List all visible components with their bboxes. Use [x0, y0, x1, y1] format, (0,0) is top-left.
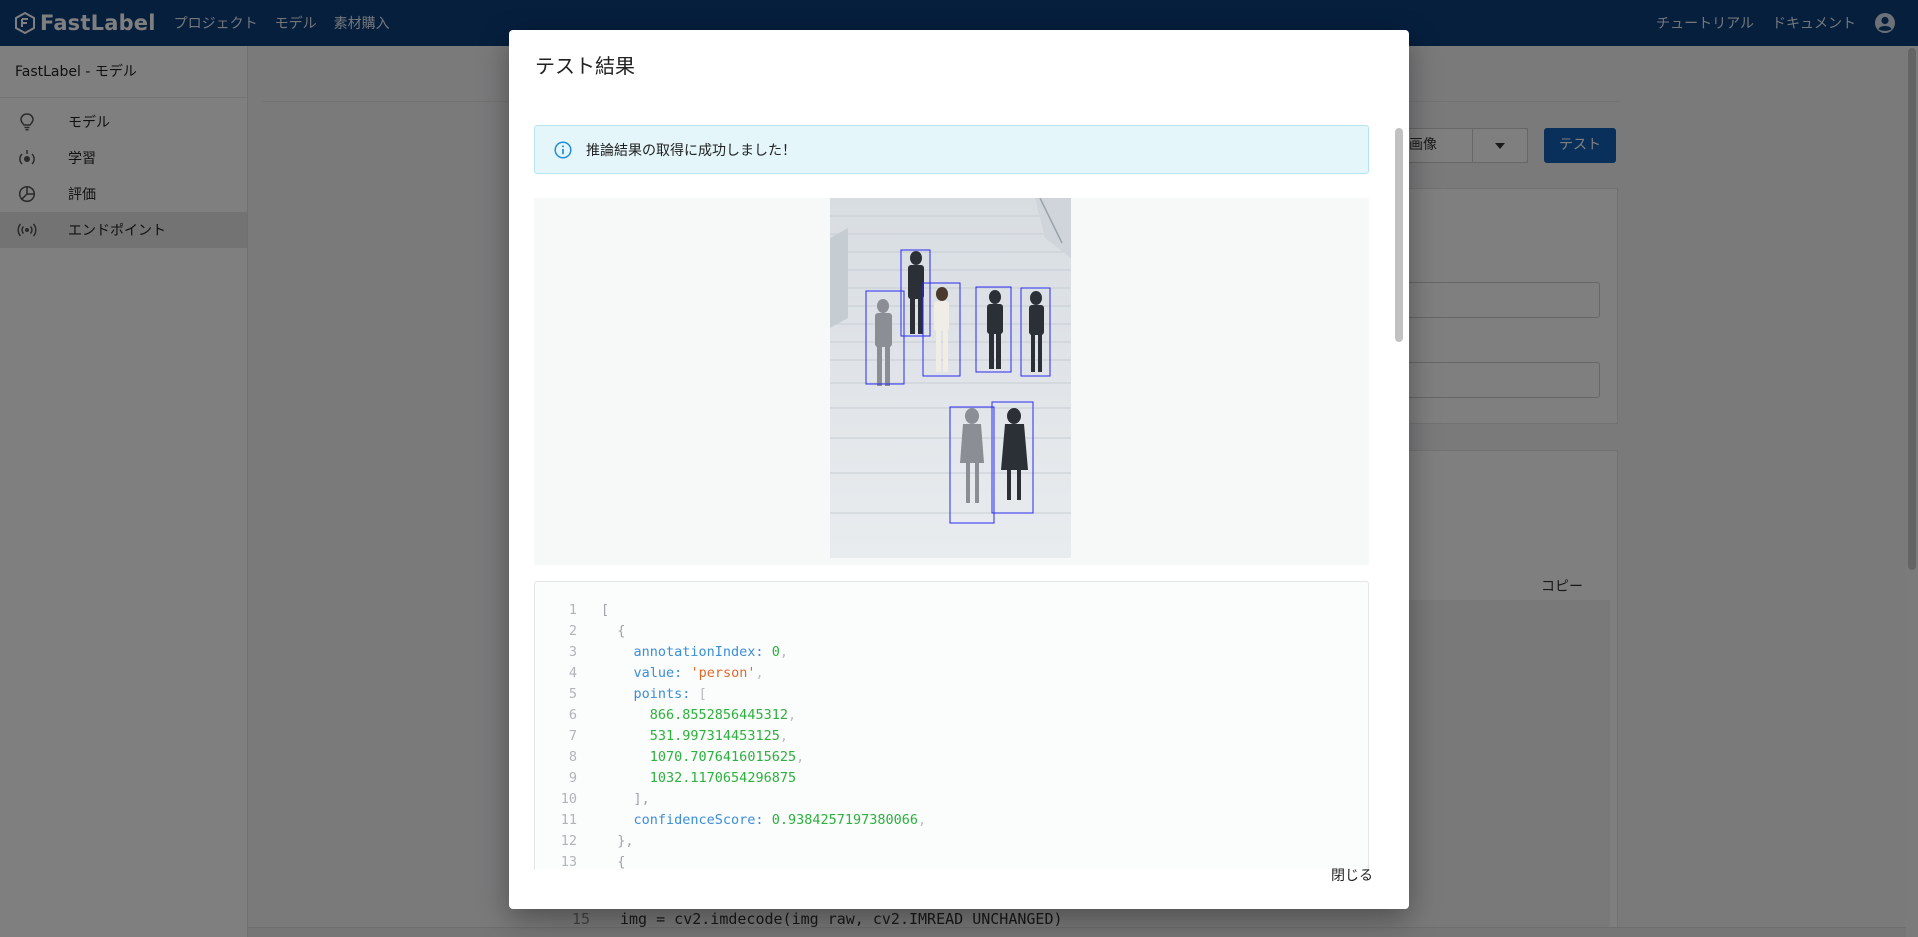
code-line-number: 11 [560, 812, 577, 828]
code-line: 10 ], [535, 789, 926, 810]
code-line-number: 10 [560, 791, 577, 807]
code-line: 5 points: [ [535, 684, 926, 705]
success-alert: 推論結果の取得に成功しました！ [534, 125, 1369, 174]
code-line: 7 531.997314453125, [535, 726, 926, 747]
code-line-number: 8 [568, 749, 577, 765]
code-line-text: { [601, 854, 626, 870]
dialog-title: テスト結果 [535, 54, 635, 78]
code-line-number: 2 [568, 623, 577, 639]
code-line-text: 866.8552856445312, [601, 705, 796, 726]
json-value: 'person' [690, 665, 756, 681]
code-line: 8 1070.7076416015625, [535, 747, 926, 768]
code-line-text: confidenceScore: 0.9384257197380066, [601, 810, 927, 831]
code-line: 1[ [535, 600, 926, 621]
json-comma: , [796, 749, 805, 765]
code-line-number: 4 [568, 665, 577, 681]
code-line-number: 12 [560, 833, 577, 849]
code-line-number: 7 [568, 728, 577, 744]
code-line-number: 13 [560, 854, 577, 870]
code-line: 4 value: 'person', [535, 663, 926, 684]
json-key: points: [633, 686, 691, 702]
code-line-number: 5 [568, 686, 577, 702]
code-line: 6 866.8552856445312, [535, 705, 926, 726]
code-line: 9 1032.1170654296875 [535, 768, 926, 789]
code-line-number: 1 [568, 602, 577, 618]
json-value: 0.9384257197380066 [771, 812, 919, 828]
json-value: 866.8552856445312 [649, 707, 788, 723]
json-comma: , [779, 728, 788, 744]
code-line-text: 531.997314453125, [601, 726, 788, 747]
json-comma: , [787, 707, 797, 723]
json-value: [ [698, 686, 707, 702]
close-button[interactable]: 閉じる [1331, 865, 1373, 885]
code-line: 3 annotationIndex: 0, [535, 642, 926, 663]
json-value: 1070.7076416015625 [649, 749, 797, 765]
dialog-scrollbar[interactable] [1393, 94, 1405, 870]
dialog-scrollbar-thumb[interactable] [1395, 128, 1403, 342]
json-value: 1032.1170654296875 [649, 770, 797, 786]
json-code-lines: 1[2 {3 annotationIndex: 0, 4 value: 'pers… [535, 600, 926, 870]
json-result-viewer[interactable]: 1[2 {3 annotationIndex: 0, 4 value: 'pers… [534, 581, 1369, 870]
json-comma: , [755, 665, 764, 681]
info-icon [554, 140, 572, 159]
code-line-text: [ [601, 602, 610, 618]
json-key: confidenceScore: [633, 812, 764, 828]
json-value: 531.997314453125 [649, 728, 780, 744]
code-line-text: 1070.7076416015625, [601, 747, 804, 768]
code-line-number: 3 [568, 644, 577, 660]
code-line: 2 { [535, 621, 926, 642]
inference-result-image [830, 198, 1071, 558]
code-line-number: 6 [568, 707, 577, 723]
json-key: annotationIndex: [633, 644, 764, 660]
json-value: 0 [771, 644, 780, 660]
code-line-text: { [601, 623, 626, 639]
code-line-text: }, [601, 833, 634, 849]
json-comma: , [779, 644, 788, 660]
dialog-body[interactable]: 推論結果の取得に成功しました！ 1 [2 {3 annotationInde… [509, 94, 1409, 870]
code-line-text: annotationIndex: 0, [601, 642, 788, 663]
code-line: 13 { [535, 852, 926, 870]
code-line-number: 9 [568, 770, 577, 786]
alert-message: 推論結果の取得に成功しました！ [586, 142, 796, 159]
json-comma: , [918, 812, 927, 828]
code-line-text: points: [ [601, 684, 707, 705]
image-preview-panel [534, 198, 1369, 565]
code-line-text: ], [601, 791, 650, 807]
code-line-text: 1032.1170654296875 [601, 768, 796, 789]
code-line: 11 confidenceScore: 0.9384257197380066, [535, 810, 926, 831]
code-line: 12 }, [535, 831, 926, 852]
test-result-dialog: テスト結果 推論結果の取得に成功しました！ 1 [2 {3 annotati… [509, 30, 1409, 909]
code-line-text: value: 'person', [601, 663, 764, 684]
json-key: value: [633, 665, 683, 681]
